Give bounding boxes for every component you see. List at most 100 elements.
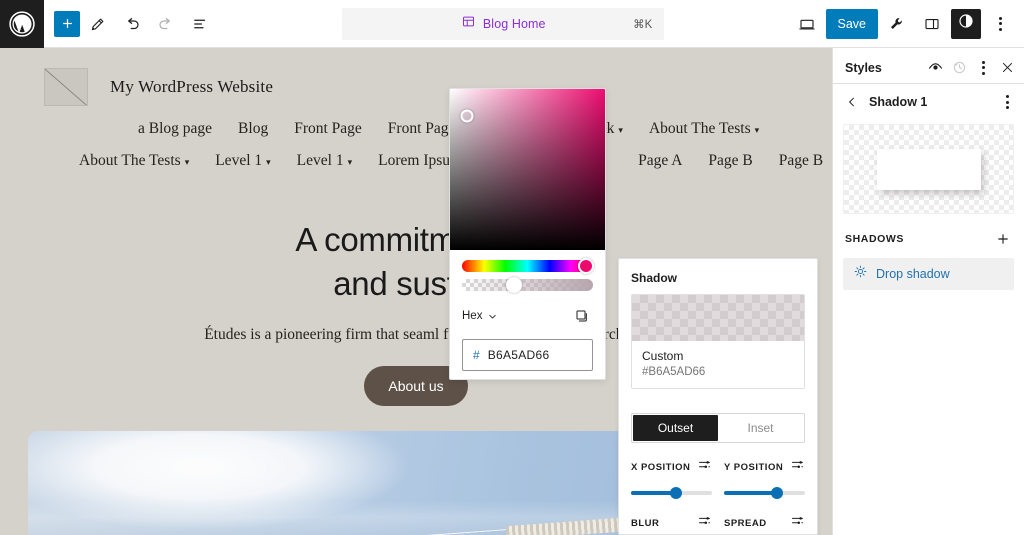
nav-item-label: Page B (778, 152, 824, 169)
slider-settings-icon[interactable] (697, 457, 712, 477)
styles-toggle-button[interactable] (951, 8, 981, 39)
color-format-select[interactable]: Hex (462, 310, 498, 322)
nav-item[interactable]: About The Tests ▾ (79, 152, 189, 170)
styles-panel-title: Styles (845, 60, 882, 75)
slider-settings-icon[interactable] (790, 457, 805, 477)
nav-item-label: a Blog page (138, 120, 213, 137)
template-icon (461, 14, 476, 34)
saturation-value-handle[interactable] (460, 109, 474, 123)
command-bar-wrapper: Blog Home ⌘K (216, 7, 791, 40)
color-picker-popover: Hex # B6A5AD66 (449, 88, 606, 380)
chevron-left-icon[interactable] (841, 91, 863, 113)
x-position-slider[interactable] (631, 487, 712, 499)
wordpress-logo-icon[interactable] (0, 0, 44, 48)
site-title: My WordPress Website (110, 77, 274, 96)
top-bar-right-tools: Save (791, 8, 1024, 40)
three-dots-icon (1005, 95, 1009, 109)
blur-label: BLUR (631, 517, 660, 529)
nav-item-label: Page A (638, 152, 683, 169)
shadow-preview-card (876, 148, 981, 190)
y-position-slider[interactable] (724, 487, 805, 499)
nav-item[interactable]: Blog (238, 120, 268, 138)
hex-input-field[interactable]: # B6A5AD66 (462, 339, 593, 371)
hex-input-value: B6A5AD66 (487, 348, 550, 362)
add-block-button[interactable] (54, 10, 80, 37)
nav-item[interactable]: a Blog page (138, 120, 212, 138)
command-bar[interactable]: Blog Home ⌘K (342, 7, 665, 40)
shadow-color-meta: Custom #B6A5AD66 (632, 341, 804, 388)
slider-settings-icon[interactable] (697, 513, 712, 533)
chevron-down-icon (489, 314, 497, 319)
position-controls: X POSITION Y POSITION (619, 443, 817, 499)
slider-settings-icon[interactable] (790, 513, 805, 533)
document-outline-icon[interactable] (184, 8, 216, 40)
editor-top-bar: Blog Home ⌘K Save (0, 0, 1024, 48)
y-position-label: Y POSITION (724, 461, 784, 473)
edit-mode-button[interactable] (82, 8, 114, 40)
shadow-detail-header: Shadow 1 (833, 84, 1024, 120)
nav-item-label: About The Tests (648, 120, 751, 137)
color-picker-body: Hex # B6A5AD66 (450, 250, 605, 379)
color-format-row: Hex (462, 305, 593, 327)
nav-item[interactable]: Front Page (294, 120, 362, 138)
nav-item-label: Front Page (294, 120, 362, 137)
inset-option[interactable]: Inset (718, 415, 803, 441)
outset-option[interactable]: Outset (633, 415, 718, 441)
alpha-slider-handle[interactable] (506, 277, 523, 293)
styles-more-menu[interactable] (972, 57, 994, 79)
redo-button[interactable] (150, 8, 182, 40)
desktop-preview-icon[interactable] (791, 8, 823, 40)
nav-item-label: Page B (708, 152, 753, 169)
nav-item[interactable]: Page B (708, 152, 752, 170)
eye-icon[interactable] (924, 57, 946, 79)
three-dots-icon (998, 16, 1002, 31)
nav-item[interactable]: Level 1 ▾ (215, 152, 270, 170)
sidebar-panel-icon[interactable] (916, 8, 948, 40)
shadow-detail-more-menu[interactable] (996, 91, 1018, 113)
nav-item[interactable]: Front Page (388, 120, 456, 138)
shadow-color-swatch-card[interactable]: Custom #B6A5AD66 (631, 294, 805, 389)
shadow-detail-title: Shadow 1 (869, 95, 928, 109)
nav-item[interactable]: Level 1 ▾ (297, 152, 352, 170)
spread-label: SPREAD (724, 517, 767, 529)
wrench-icon[interactable] (881, 8, 913, 40)
alpha-slider[interactable] (462, 277, 593, 293)
save-button[interactable]: Save (825, 8, 878, 39)
shadows-section-title: SHADOWS (845, 233, 905, 245)
hue-slider[interactable] (462, 258, 595, 274)
undo-button[interactable] (116, 8, 148, 40)
hue-slider-handle[interactable] (578, 258, 595, 274)
shadow-item-drop-shadow[interactable]: Drop shadow (843, 258, 1014, 290)
chevron-down-icon: ▾ (347, 156, 353, 167)
command-bar-title: Blog Home (482, 16, 546, 31)
shadow-type-toggle: Outset Inset (631, 413, 805, 443)
shadow-sun-icon (853, 264, 868, 284)
shadow-color-swatch[interactable] (632, 295, 804, 341)
styles-sidebar-header: Styles (833, 52, 1024, 84)
nav-item[interactable]: About The Tests ▾ (649, 120, 759, 138)
nav-row-2: About The Tests ▾ Level 1 ▾ Level 1 ▾ Lorem… (0, 152, 832, 170)
blur-control: BLUR (631, 513, 712, 534)
shadow-color-name: Custom (642, 349, 684, 363)
top-bar-left-tools (44, 8, 216, 40)
shadow-item-label: Drop shadow (876, 267, 950, 281)
hex-sign: # (473, 348, 480, 362)
nav-item[interactable]: Page A (638, 152, 682, 170)
copy-icon[interactable] (571, 305, 593, 327)
chevron-down-icon: ▾ (618, 124, 623, 135)
clock-revisions-icon[interactable] (948, 57, 970, 79)
close-icon[interactable] (996, 57, 1018, 79)
x-position-label: X POSITION (631, 461, 691, 473)
hero-paragraph-line-1: Études is a pioneering firm that seaml (204, 326, 440, 344)
nav-item[interactable]: Page B (779, 152, 823, 170)
command-bar-shortcut: ⌘K (633, 18, 653, 31)
top-bar-more-menu[interactable] (984, 8, 1016, 40)
styles-sidebar: Styles Shadow 1 SHADOWS Drop shadow (832, 48, 1024, 535)
color-format-label: Hex (462, 310, 483, 322)
chevron-down-icon: ▾ (184, 156, 190, 167)
shadow-preview (843, 124, 1014, 214)
wordpress-site-editor: Blog Home ⌘K Save My WordPress Website a… (0, 0, 1024, 535)
add-shadow-button[interactable] (992, 228, 1014, 250)
three-dots-icon (981, 60, 985, 75)
saturation-value-square[interactable] (450, 89, 605, 250)
